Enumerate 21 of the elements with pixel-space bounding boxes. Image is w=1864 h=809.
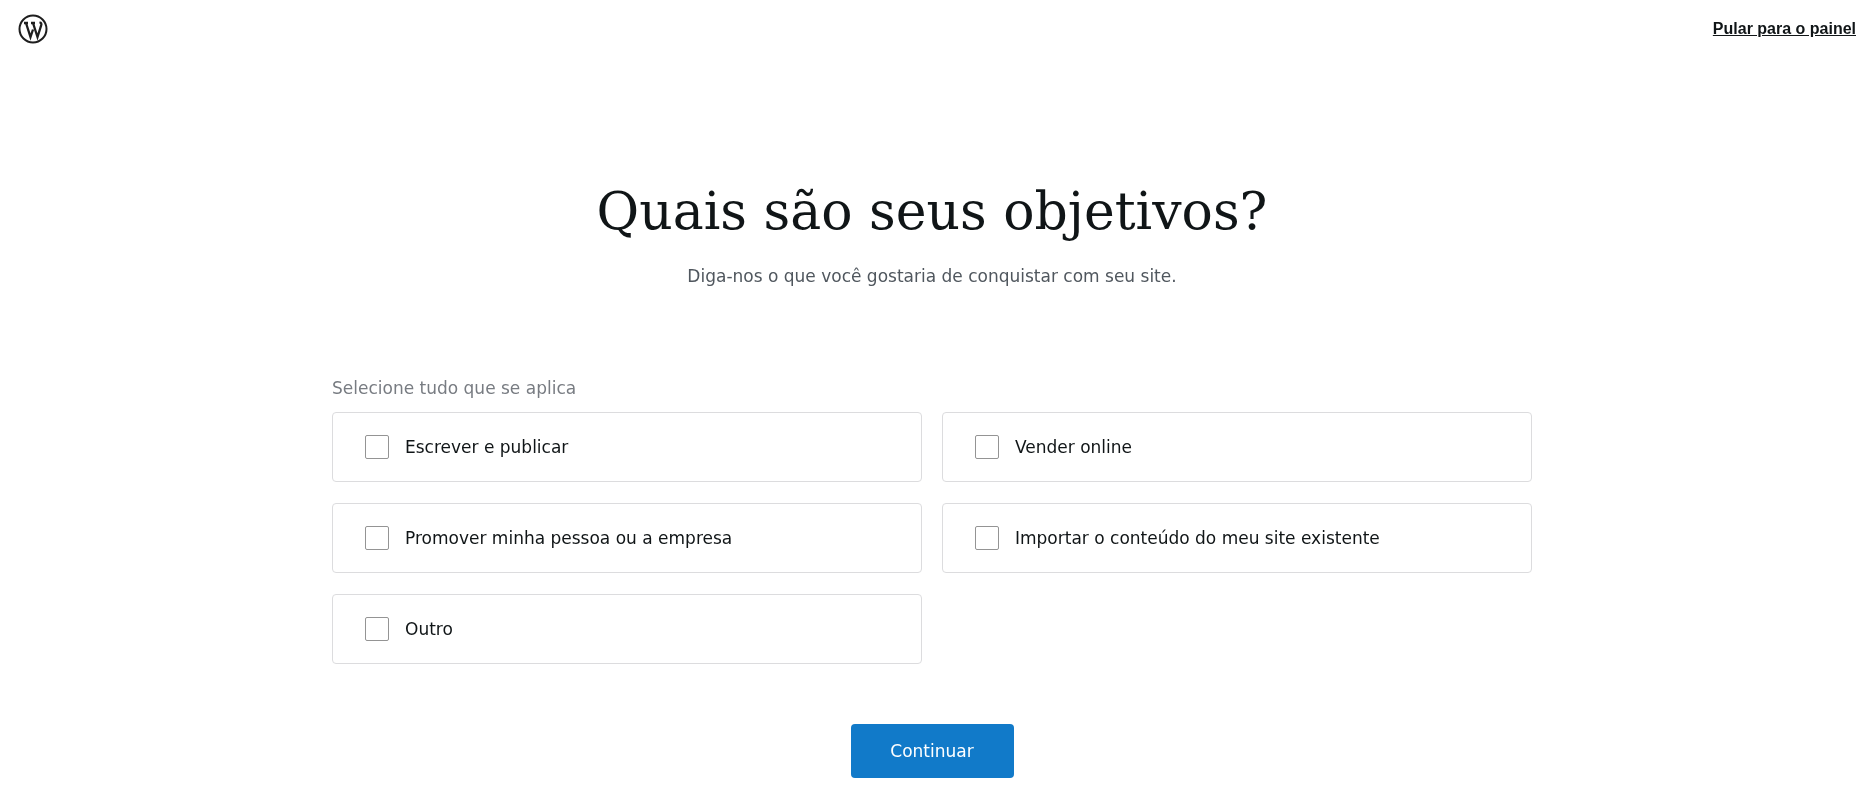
goal-label: Promover minha pessoa ou a empresa xyxy=(405,528,733,548)
page-subtitle: Diga-nos o que você gostaria de conquistar com seu site. xyxy=(686,266,1178,286)
checkbox[interactable] xyxy=(365,435,389,459)
continue-button[interactable]: Continuar xyxy=(850,724,1014,778)
skip-to-dashboard-link[interactable]: Pular para o painel xyxy=(1712,20,1856,38)
goal-label: Outro xyxy=(405,619,453,639)
wordpress-logo-icon xyxy=(18,14,48,44)
instruction-text: Selecione tudo que se aplica xyxy=(332,378,578,398)
goal-label: Escrever e publicar xyxy=(405,437,569,457)
checkbox[interactable] xyxy=(975,526,999,550)
goal-option[interactable]: Vender online xyxy=(942,412,1532,482)
goal-option[interactable]: Importar o conteúdo do meu site existente xyxy=(942,503,1532,573)
page-title: Quais são seus objetivos? xyxy=(595,180,1269,243)
checkbox[interactable] xyxy=(365,526,389,550)
goal-option[interactable]: Outro xyxy=(332,594,922,664)
goal-option[interactable]: Promover minha pessoa ou a empresa xyxy=(332,503,922,573)
checkbox[interactable] xyxy=(975,435,999,459)
goal-option[interactable]: Escrever e publicar xyxy=(332,412,922,482)
checkbox[interactable] xyxy=(365,617,389,641)
goal-label: Importar o conteúdo do meu site existente xyxy=(1015,528,1380,548)
goal-label: Vender online xyxy=(1015,437,1133,457)
